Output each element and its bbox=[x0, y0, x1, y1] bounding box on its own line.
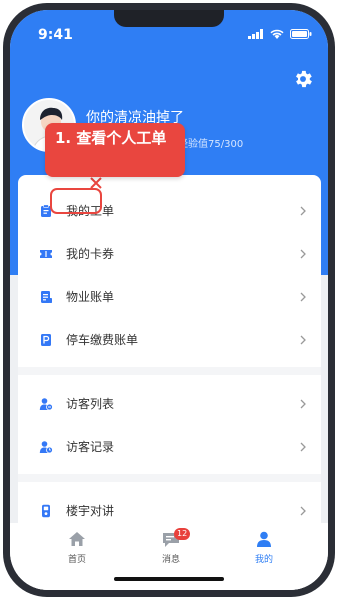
section-divider bbox=[18, 367, 321, 375]
coupon-icon bbox=[40, 249, 52, 258]
home-indicator bbox=[114, 577, 224, 581]
profile-icon bbox=[257, 531, 271, 547]
menu-item-my-coupons[interactable]: 我的卡券 bbox=[18, 232, 321, 275]
intercom-icon bbox=[42, 504, 50, 517]
menu-item-visitor-record[interactable]: 访客记录 bbox=[18, 425, 321, 468]
phone-frame: 9:41 你的清凉油掉了 经验值75/300 我的工单 我的卡券 物业账单 停车… bbox=[3, 3, 335, 597]
chevron-right-icon bbox=[300, 206, 306, 215]
menu-item-property-bill[interactable]: 物业账单 bbox=[18, 275, 321, 318]
visitor-record-icon bbox=[39, 440, 53, 453]
chevron-right-icon bbox=[300, 335, 306, 344]
notch bbox=[114, 10, 224, 27]
chevron-right-icon bbox=[300, 442, 306, 451]
status-icons bbox=[248, 29, 312, 39]
settings-gear-icon[interactable] bbox=[292, 68, 314, 90]
status-bar: 9:41 bbox=[10, 10, 328, 54]
chevron-right-icon bbox=[300, 399, 306, 408]
tutorial-highlight-box bbox=[50, 188, 102, 214]
visitor-list-icon bbox=[39, 397, 53, 410]
unread-badge: 12 bbox=[174, 528, 191, 540]
tab-mine[interactable]: 我的 bbox=[234, 531, 294, 567]
signal-icon bbox=[248, 29, 263, 39]
tutorial-callout: 1. 查看个人工单 bbox=[45, 123, 185, 177]
menu-item-label: 我的卡券 bbox=[66, 247, 115, 261]
wifi-icon bbox=[270, 29, 284, 39]
tab-messages[interactable]: 12 消息 bbox=[141, 528, 201, 567]
chevron-right-icon bbox=[300, 292, 306, 301]
status-time: 9:41 bbox=[38, 27, 73, 43]
app-screen: 9:41 你的清凉油掉了 经验值75/300 我的工单 我的卡券 物业账单 停车… bbox=[10, 10, 328, 590]
menu-item-label: 物业账单 bbox=[66, 290, 115, 304]
chevron-right-icon bbox=[300, 506, 306, 515]
menu-item-visitor-list[interactable]: 访客列表 bbox=[18, 382, 321, 425]
tab-label: 首页 bbox=[67, 555, 86, 565]
parking-icon bbox=[41, 333, 51, 346]
tab-label: 消息 bbox=[161, 555, 180, 565]
home-icon bbox=[69, 532, 85, 546]
menu-item-label: 访客列表 bbox=[66, 397, 115, 411]
menu-item-label: 访客记录 bbox=[66, 440, 115, 454]
menu-item-parking-bill[interactable]: 停车缴费账单 bbox=[18, 318, 321, 361]
chevron-right-icon bbox=[300, 249, 306, 258]
tab-home[interactable]: 首页 bbox=[47, 531, 107, 567]
menu-item-label: 楼宇对讲 bbox=[66, 504, 115, 518]
exp-text: 经验值75/300 bbox=[178, 139, 244, 150]
tab-label: 我的 bbox=[254, 555, 273, 565]
menu-item-label: 停车缴费账单 bbox=[66, 333, 139, 347]
tutorial-pointer-x-icon bbox=[90, 177, 102, 189]
bill-icon bbox=[41, 290, 52, 303]
section-divider bbox=[18, 474, 321, 482]
battery-icon bbox=[290, 29, 312, 39]
